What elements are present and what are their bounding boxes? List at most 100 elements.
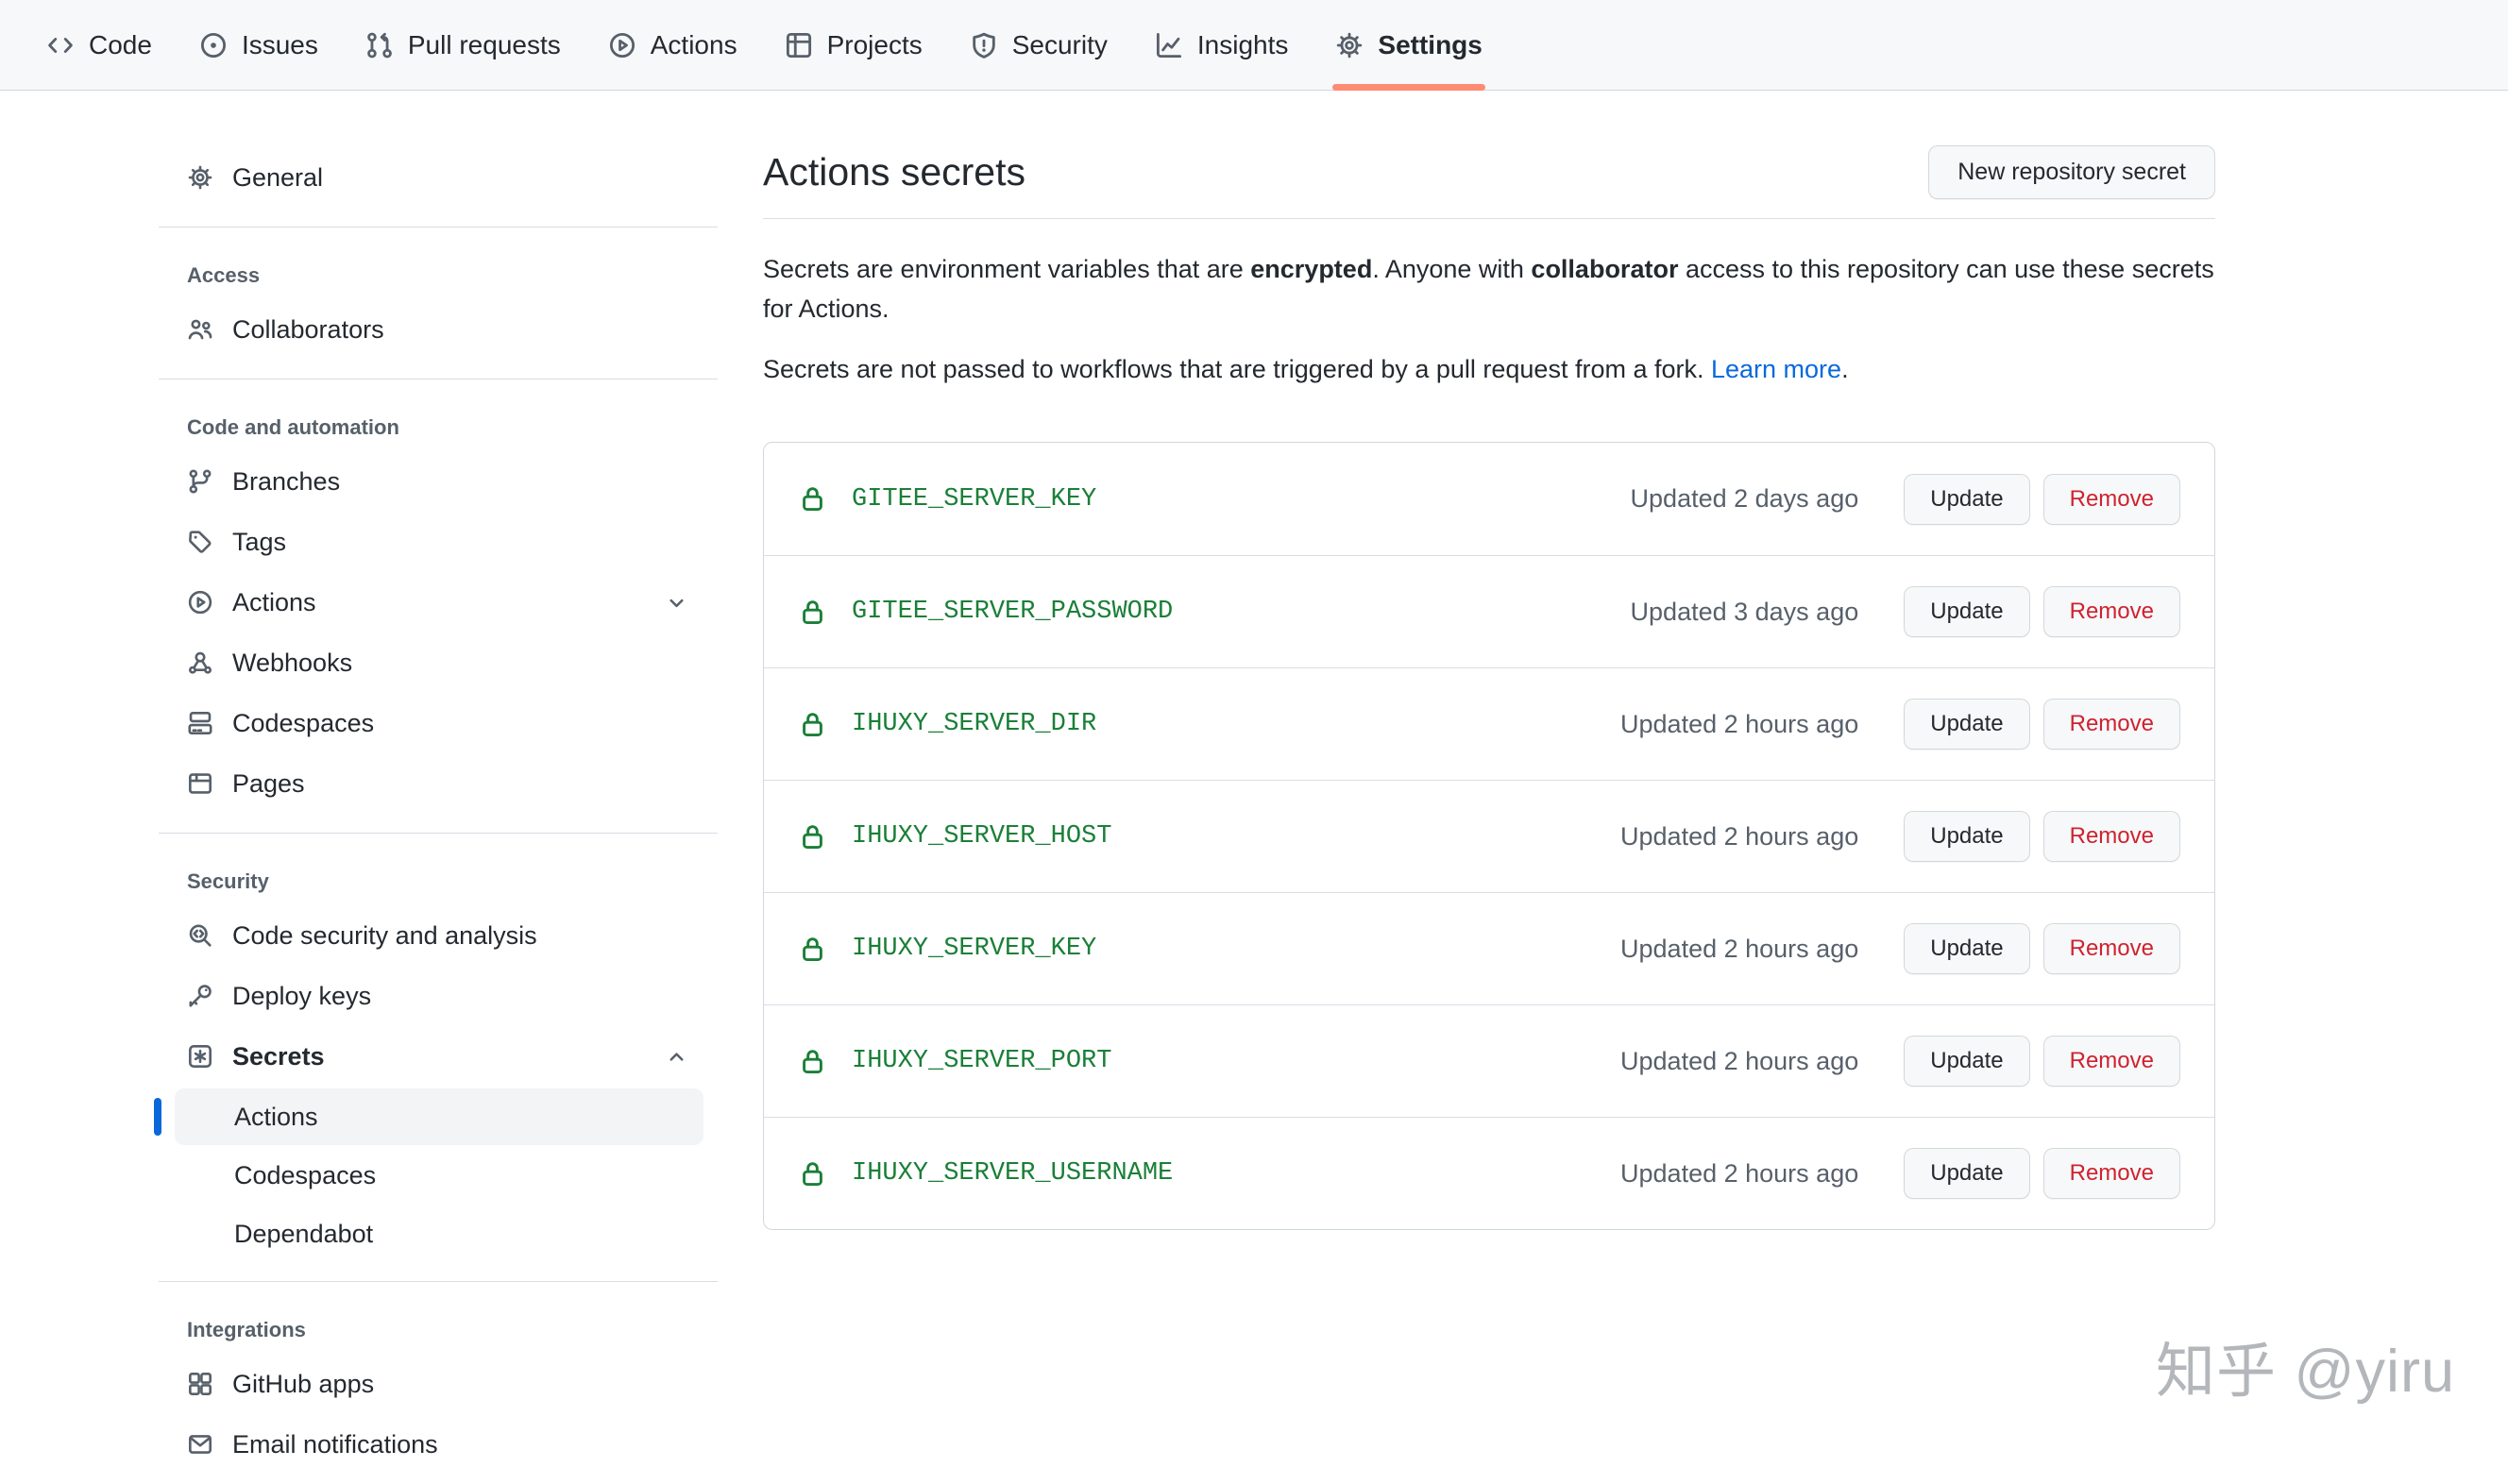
secret-updated: Updated 2 days ago <box>1631 484 1859 514</box>
lock-icon <box>798 935 827 964</box>
learn-more-link[interactable]: Learn more <box>1711 355 1841 383</box>
remove-secret-button[interactable]: Remove <box>2043 474 2180 525</box>
tab-label: Issues <box>242 30 318 60</box>
subhead: Actions secrets New repository secret <box>763 145 2215 219</box>
sidebar-item-webhooks[interactable]: Webhooks <box>159 632 718 693</box>
sidebar-item-label: Branches <box>232 467 340 497</box>
sidebar-item-label: Pages <box>232 769 305 799</box>
secrets-list: GITEE_SERVER_KEY Updated 2 days ago Upda… <box>763 442 2215 1230</box>
tab-issues[interactable]: Issues <box>176 0 342 90</box>
secret-row: IHUXY_SERVER_HOST Updated 2 hours ago Up… <box>764 780 2214 892</box>
mail-icon <box>187 1431 213 1458</box>
git-branch-icon <box>187 468 213 495</box>
update-secret-button[interactable]: Update <box>1904 586 2029 637</box>
sidebar-divider <box>159 1281 718 1282</box>
update-secret-button[interactable]: Update <box>1904 699 2029 750</box>
actions-secrets-panel: Actions secrets New repository secret Se… <box>763 91 2215 1230</box>
sidebar-section-security: Security <box>159 852 718 905</box>
tab-code[interactable]: Code <box>23 0 176 90</box>
sidebar-item-branches[interactable]: Branches <box>159 451 718 512</box>
sidebar-item-general[interactable]: General <box>159 147 718 208</box>
sidebar-subitem-label: Codespaces <box>234 1161 376 1190</box>
tab-security[interactable]: Security <box>946 0 1131 90</box>
sidebar-item-label: Code security and analysis <box>232 921 537 951</box>
tab-label: Pull requests <box>408 30 561 60</box>
new-repository-secret-button[interactable]: New repository secret <box>1928 145 2215 199</box>
secret-row: GITEE_SERVER_PASSWORD Updated 3 days ago… <box>764 555 2214 667</box>
sidebar-item-github-apps[interactable]: GitHub apps <box>159 1354 718 1414</box>
git-pull-request-icon <box>365 31 394 59</box>
remove-secret-button[interactable]: Remove <box>2043 923 2180 974</box>
lock-icon <box>798 1159 827 1189</box>
secret-row: IHUXY_SERVER_KEY Updated 2 hours ago Upd… <box>764 892 2214 1004</box>
sidebar-item-label: Collaborators <box>232 315 384 345</box>
sidebar-item-collaborators[interactable]: Collaborators <box>159 299 718 360</box>
sidebar-item-secrets[interactable]: Secrets <box>159 1026 718 1087</box>
tab-pull-requests[interactable]: Pull requests <box>342 0 585 90</box>
sidebar-item-code-security[interactable]: Code security and analysis <box>159 905 718 966</box>
description-bold: collaborator <box>1531 255 1678 283</box>
secret-row: GITEE_SERVER_KEY Updated 2 days ago Upda… <box>764 443 2214 555</box>
sidebar-subitem-secrets-dependabot[interactable]: Dependabot <box>175 1206 703 1262</box>
tab-settings[interactable]: Settings <box>1312 0 1505 90</box>
key-icon <box>187 983 213 1009</box>
tab-label: Security <box>1012 30 1108 60</box>
update-secret-button[interactable]: Update <box>1904 811 2029 862</box>
sidebar-section-integrations: Integrations <box>159 1301 718 1354</box>
lock-icon <box>798 822 827 852</box>
browser-icon <box>187 770 213 797</box>
sidebar-subitem-secrets-actions[interactable]: Actions <box>175 1088 703 1145</box>
description-text: . Anyone with <box>1372 255 1531 283</box>
lock-icon <box>798 1047 827 1076</box>
sidebar-item-codespaces[interactable]: Codespaces <box>159 693 718 753</box>
tab-label: Projects <box>827 30 923 60</box>
remove-secret-button[interactable]: Remove <box>2043 699 2180 750</box>
zhihu-watermark: 知乎 @yiru <box>2156 1324 2455 1409</box>
update-secret-button[interactable]: Update <box>1904 474 2029 525</box>
update-secret-button[interactable]: Update <box>1904 1036 2029 1087</box>
secret-name: IHUXY_SERVER_USERNAME <box>852 1159 1173 1188</box>
sidebar-item-tags[interactable]: Tags <box>159 512 718 572</box>
secret-name: IHUXY_SERVER_PORT <box>852 1047 1111 1075</box>
chevron-up-icon <box>664 1044 689 1070</box>
remove-secret-button[interactable]: Remove <box>2043 586 2180 637</box>
remove-secret-button[interactable]: Remove <box>2043 1036 2180 1087</box>
secret-name: IHUXY_SERVER_HOST <box>852 822 1111 851</box>
tab-label: Actions <box>651 30 737 60</box>
sidebar-item-deploy-keys[interactable]: Deploy keys <box>159 966 718 1026</box>
secret-updated: Updated 2 hours ago <box>1620 1159 1858 1189</box>
tab-insights[interactable]: Insights <box>1131 0 1313 90</box>
settings-sidebar: General Access Collaborators Code and au… <box>159 91 718 1475</box>
play-icon <box>608 31 636 59</box>
lock-icon <box>798 598 827 627</box>
play-icon <box>187 589 213 616</box>
secret-name: IHUXY_SERVER_DIR <box>852 710 1096 738</box>
sidebar-item-label: Tags <box>232 528 286 557</box>
update-secret-button[interactable]: Update <box>1904 1148 2029 1199</box>
sidebar-item-label: Secrets <box>232 1042 325 1071</box>
secret-name: GITEE_SERVER_PASSWORD <box>852 598 1173 626</box>
gear-icon <box>1335 31 1364 59</box>
sidebar-item-email-notifications[interactable]: Email notifications <box>159 1414 718 1475</box>
table-icon <box>785 31 813 59</box>
tag-icon <box>187 529 213 555</box>
sidebar-item-label: Webhooks <box>232 649 352 678</box>
webhook-icon <box>187 649 213 676</box>
description-text: . <box>1841 355 1849 383</box>
secret-updated: Updated 2 hours ago <box>1620 710 1858 739</box>
secret-updated: Updated 2 hours ago <box>1620 935 1858 964</box>
remove-secret-button[interactable]: Remove <box>2043 811 2180 862</box>
sidebar-subitem-label: Dependabot <box>234 1220 373 1249</box>
sidebar-item-label: GitHub apps <box>232 1370 374 1399</box>
tab-label: Code <box>89 30 152 60</box>
sidebar-item-pages[interactable]: Pages <box>159 753 718 814</box>
lock-icon <box>798 710 827 739</box>
sidebar-subitem-secrets-codespaces[interactable]: Codespaces <box>175 1147 703 1204</box>
sidebar-item-actions[interactable]: Actions <box>159 572 718 632</box>
sidebar-item-label: Deploy keys <box>232 982 371 1011</box>
remove-secret-button[interactable]: Remove <box>2043 1148 2180 1199</box>
tab-actions[interactable]: Actions <box>585 0 761 90</box>
tab-projects[interactable]: Projects <box>761 0 946 90</box>
sidebar-item-label: Actions <box>232 588 316 617</box>
update-secret-button[interactable]: Update <box>1904 923 2029 974</box>
